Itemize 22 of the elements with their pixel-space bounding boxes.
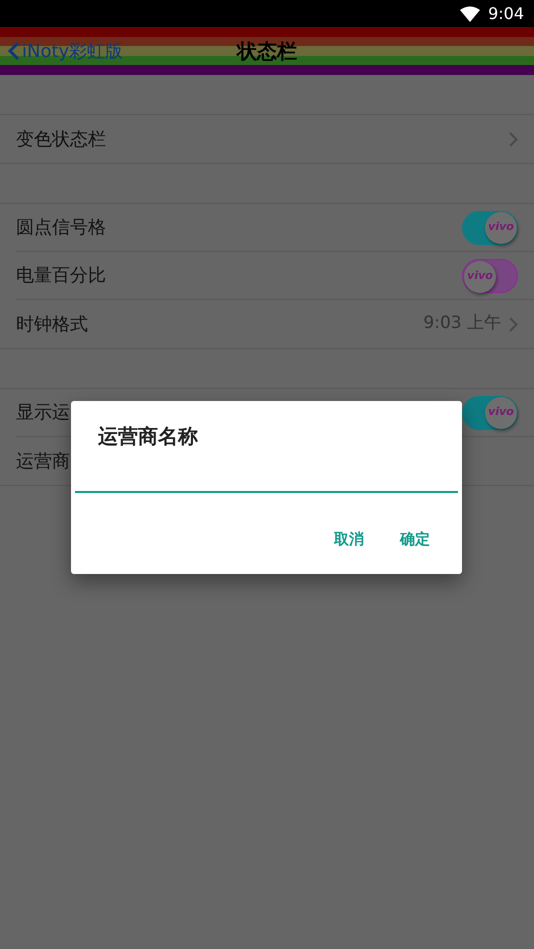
wifi-icon: [460, 6, 480, 22]
chevron-right-icon: [509, 132, 518, 146]
toggle-switch[interactable]: vivo: [462, 258, 518, 292]
setting-label: 电量百分比: [16, 264, 106, 288]
settings-row[interactable]: 变色状态栏: [16, 115, 534, 163]
dialog-button[interactable]: 确定: [386, 520, 444, 558]
setting-label: 显示运: [16, 401, 70, 425]
dialog-title: 运营商名称: [97, 423, 199, 450]
toggle-switch[interactable]: vivo: [462, 210, 518, 244]
setting-label: 圆点信号格: [16, 216, 106, 240]
toggle-thumb: vivo: [464, 260, 496, 292]
toggle-thumb: vivo: [485, 212, 517, 244]
back-link[interactable]: iNoty彩虹版: [0, 38, 124, 64]
toggle-switch[interactable]: vivo: [462, 396, 518, 430]
setting-label: 运营商: [16, 450, 70, 474]
setting-label: 变色状态栏: [16, 128, 106, 152]
status-time: 9:04: [488, 2, 524, 24]
toggle-thumb: vivo: [485, 396, 517, 428]
setting-label: 时钟格式: [16, 312, 88, 336]
chevron-right-icon: [509, 316, 518, 332]
chevron-left-icon: [8, 41, 20, 61]
dialog-button[interactable]: 取消: [320, 520, 378, 558]
